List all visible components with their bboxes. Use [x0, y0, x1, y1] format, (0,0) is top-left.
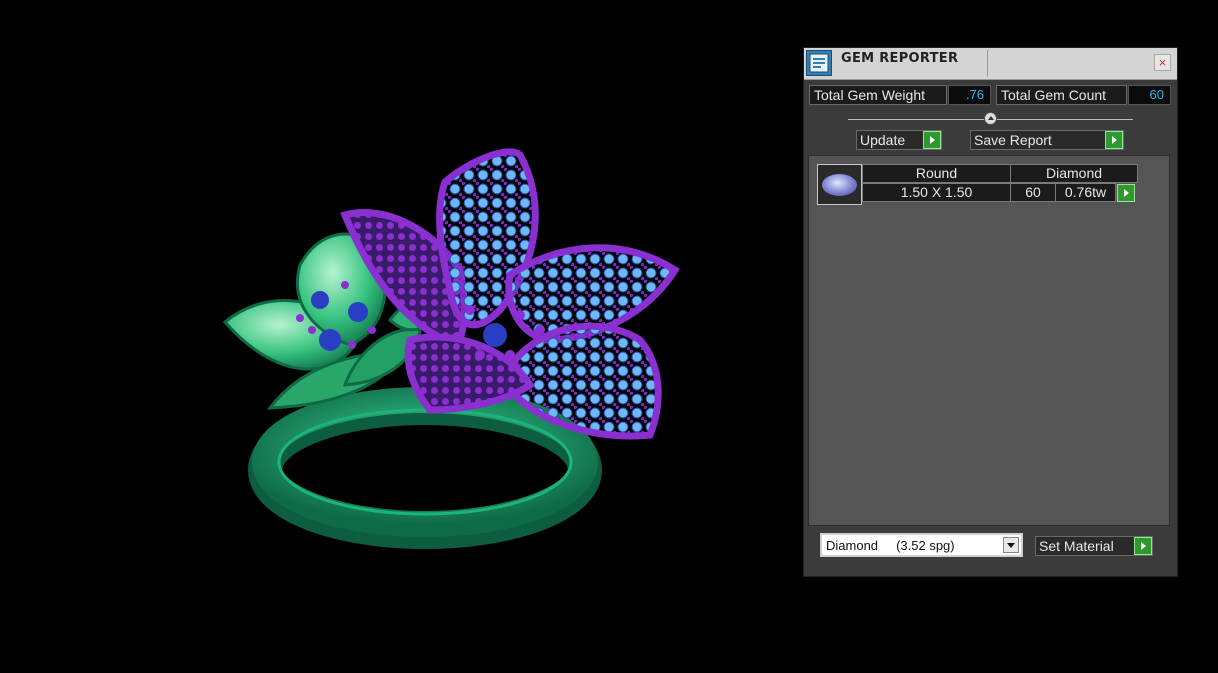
save-report-button-label: Save Report — [974, 132, 1052, 148]
gem-material-cell: Diamond — [1010, 164, 1138, 183]
gem-shape-cell: Round — [862, 164, 1011, 183]
gem-weight-cell: 0.76tw — [1055, 183, 1116, 202]
update-go-icon — [923, 131, 941, 149]
gem-size-cell: 1.50 X 1.50 — [862, 183, 1011, 202]
title-divider — [987, 50, 988, 77]
total-gem-count-value: 60 — [1128, 85, 1171, 105]
close-icon: × — [1158, 55, 1167, 70]
gem-list: Round Diamond 1.50 X 1.50 60 0.76tw — [808, 155, 1170, 526]
update-button[interactable]: Update — [856, 130, 942, 150]
total-gem-weight-value: .76 — [948, 85, 991, 105]
total-gem-weight-label: Total Gem Weight — [809, 85, 947, 105]
save-report-button[interactable]: Save Report — [970, 130, 1124, 150]
material-select[interactable]: Diamond (3.52 spg) — [820, 533, 1023, 557]
chevron-down-icon[interactable] — [1003, 537, 1019, 553]
gem-count-cell: 60 — [1010, 183, 1056, 202]
title-bar[interactable]: GEM REPORTER × — [804, 48, 1177, 80]
ring-band — [248, 387, 602, 549]
panel-splitter-handle[interactable] — [984, 112, 997, 125]
material-select-value: Diamond (3.52 spg) — [826, 538, 955, 553]
set-material-button[interactable]: Set Material — [1035, 536, 1153, 556]
ring-render — [222, 148, 680, 549]
row-go-button[interactable] — [1117, 184, 1135, 202]
round-gem-icon — [817, 164, 862, 205]
model-viewport[interactable] — [0, 0, 800, 668]
gem-reporter-icon — [806, 50, 832, 76]
close-button[interactable]: × — [1154, 54, 1171, 71]
set-material-button-label: Set Material — [1039, 538, 1114, 554]
total-gem-count-label: Total Gem Count — [996, 85, 1127, 105]
window-title: GEM REPORTER — [841, 51, 959, 66]
gem-reporter-panel: GEM REPORTER × Total Gem Weight .76 Tota… — [803, 47, 1178, 577]
save-report-go-icon — [1105, 131, 1123, 149]
set-material-go-icon — [1134, 537, 1152, 555]
update-button-label: Update — [860, 132, 906, 148]
